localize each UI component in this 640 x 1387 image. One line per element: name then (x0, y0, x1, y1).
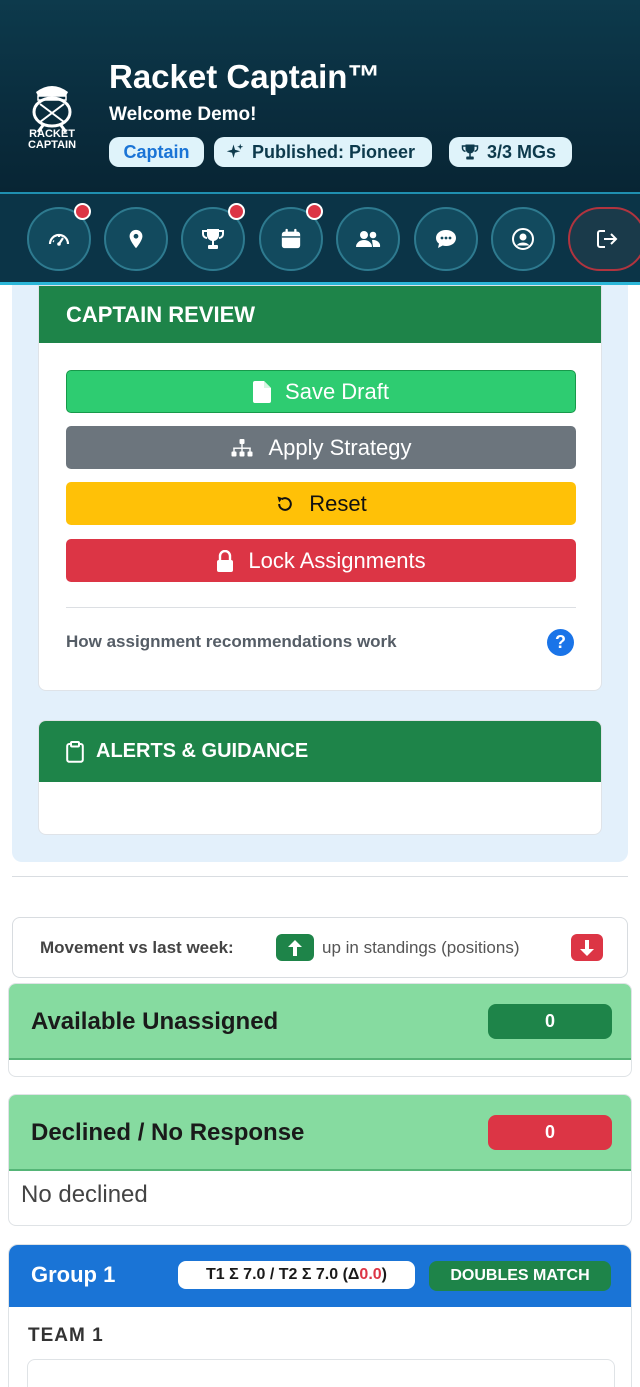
role-badge: Captain (109, 137, 204, 167)
divider (66, 607, 576, 608)
arrow-down-icon (571, 934, 603, 961)
group-rating-sum: T1 Σ 7.0 / T2 Σ 7.0 (Δ 0.0) (178, 1261, 415, 1289)
available-count-badge: 0 (488, 1004, 612, 1039)
declined-title: Declined / No Response (31, 1119, 305, 1146)
match-groups-badge-label: 3/3 MGs (487, 141, 557, 162)
declined-section: Declined / No Response 0 No declined (8, 1094, 632, 1226)
hierarchy-icon (231, 438, 253, 456)
trophy-icon (202, 229, 224, 249)
svg-text:CAPTAIN: CAPTAIN (28, 139, 76, 151)
trophy-icon (461, 144, 479, 160)
alert-dot (306, 203, 323, 220)
lock-assignments-label: Lock Assignments (248, 547, 426, 573)
reset-button[interactable]: Reset (66, 482, 576, 525)
save-draft-button[interactable]: Save Draft (66, 370, 576, 413)
nav-logout-button[interactable] (568, 207, 640, 271)
declined-header[interactable]: Declined / No Response 0 (9, 1095, 631, 1171)
nav-calendar-button[interactable] (259, 203, 323, 271)
lock-icon (217, 549, 234, 572)
welcome-message: Welcome Demo! (109, 104, 257, 125)
dashboard-gauge-icon (48, 233, 70, 246)
arrow-up-icon (276, 934, 314, 961)
apply-strategy-label: Apply Strategy (268, 434, 412, 460)
profile-icon (512, 228, 534, 250)
alert-dot (74, 203, 91, 220)
published-badge-label: Published: Pioneer (252, 141, 416, 162)
location-pin-icon (129, 229, 143, 249)
help-question-icon[interactable]: ? (547, 629, 574, 656)
app-title: Racket Captain™ (109, 58, 381, 95)
users-icon (356, 231, 381, 247)
alerts-header: ALERTS & GUIDANCE (39, 721, 601, 782)
nav-locations-button[interactable] (104, 207, 168, 271)
movement-up-text: up in standings (positions) (322, 938, 520, 957)
nav-team-button[interactable] (336, 207, 400, 271)
match-group-card: Group 1 T1 Σ 7.0 / T2 Σ 7.0 (Δ 0.0) DOUBL… (8, 1244, 632, 1387)
alerts-title: ALERTS & GUIDANCE (96, 740, 309, 762)
movement-label: Movement vs last week: (40, 938, 234, 957)
group-sum-delta: 0.0 (359, 1266, 382, 1283)
nav-standings-button[interactable] (181, 203, 245, 271)
main-nav (0, 192, 640, 285)
recommendations-help-text[interactable]: How assignment recommendations work (66, 632, 397, 652)
alerts-card: ALERTS & GUIDANCE (38, 720, 602, 835)
group-sum-text: T1 Σ 7.0 / T2 Σ 7.0 (Δ (206, 1266, 360, 1283)
reset-label: Reset (309, 490, 367, 516)
team-label: TEAM 1 (28, 1325, 104, 1346)
match-groups-badge: 3/3 MGs (449, 137, 572, 167)
captain-review-title: CAPTAIN REVIEW (39, 286, 601, 343)
nav-dashboard-button[interactable] (27, 203, 91, 271)
available-unassigned-header[interactable]: Available Unassigned 0 (9, 984, 631, 1060)
apply-strategy-button[interactable]: Apply Strategy (66, 426, 576, 469)
declined-empty-text: No declined (21, 1181, 148, 1208)
reset-icon (277, 496, 293, 511)
group-sum-suffix: ) (381, 1266, 387, 1283)
match-type-badge: DOUBLES MATCH (429, 1261, 611, 1291)
sparkle-icon (226, 143, 244, 158)
clipboard-icon (66, 740, 84, 763)
racket-captain-logo[interactable]: RACKET CAPTAIN (22, 74, 82, 154)
captain-review-card: CAPTAIN REVIEW Save Draft Apply Strategy… (38, 285, 602, 691)
save-draft-label: Save Draft (285, 378, 389, 404)
app-header: RACKET CAPTAIN Racket Captain™ Welcome D… (0, 0, 640, 192)
lock-assignments-button[interactable]: Lock Assignments (66, 539, 576, 582)
team-slot-box[interactable] (27, 1359, 615, 1387)
group-header: Group 1 T1 Σ 7.0 / T2 Σ 7.0 (Δ 0.0) DOUBL… (9, 1245, 631, 1307)
logout-icon (597, 230, 618, 248)
published-badge: Published: Pioneer (214, 137, 432, 167)
section-divider (12, 876, 628, 877)
group-title: Group 1 (31, 1262, 116, 1287)
nav-messages-button[interactable] (414, 207, 478, 271)
alert-dot (228, 203, 245, 220)
chat-icon (436, 230, 456, 248)
available-unassigned-title: Available Unassigned (31, 1008, 279, 1035)
role-badge-label: Captain (123, 141, 190, 162)
available-unassigned-section: Available Unassigned 0 (8, 983, 632, 1077)
declined-count-badge: 0 (488, 1115, 612, 1150)
nav-profile-button[interactable] (491, 207, 555, 271)
movement-legend: Movement vs last week: up in standings (… (12, 917, 628, 978)
file-icon (253, 380, 272, 403)
calendar-icon (281, 228, 301, 249)
